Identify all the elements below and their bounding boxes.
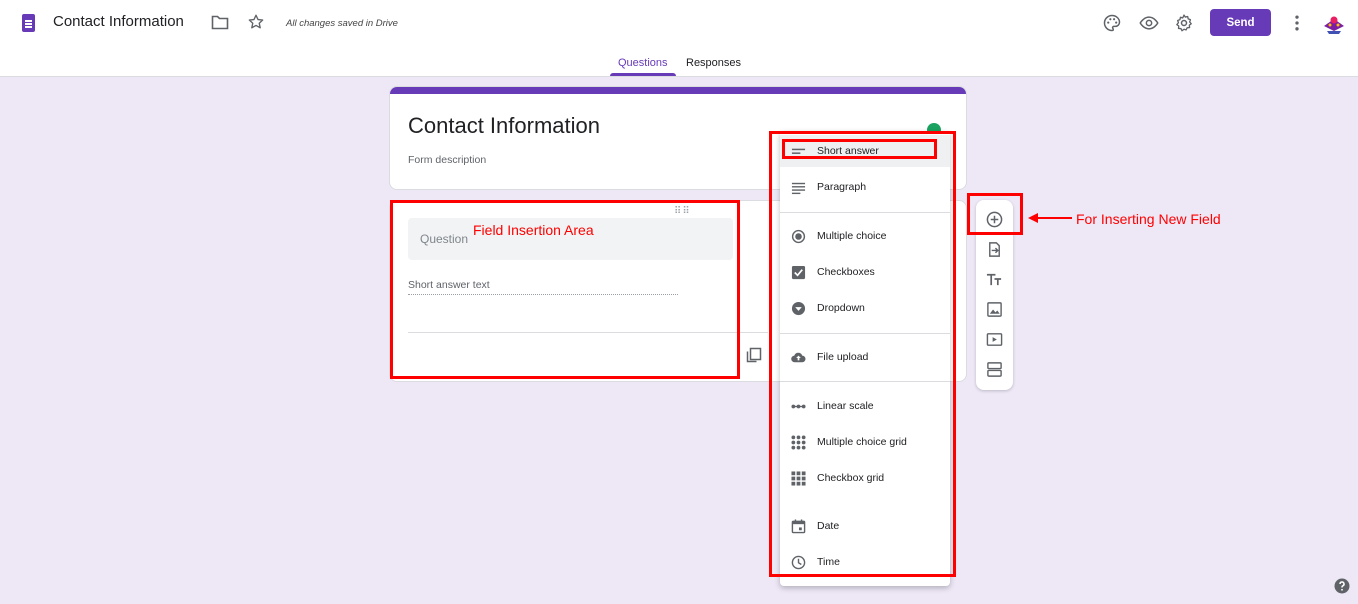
- duplicate-icon[interactable]: [746, 347, 762, 363]
- tab-responses[interactable]: Responses: [686, 57, 741, 69]
- palette-icon[interactable]: [1102, 13, 1122, 33]
- short-answer-highlight: [782, 139, 937, 159]
- form-description-field[interactable]: Form description: [408, 154, 486, 166]
- avatar[interactable]: [1321, 12, 1347, 38]
- title-text-icon[interactable]: [986, 271, 1003, 288]
- help-icon[interactable]: [1334, 578, 1350, 594]
- add-question-highlight: [967, 193, 1023, 235]
- import-questions-icon[interactable]: [986, 241, 1003, 258]
- send-button[interactable]: Send: [1210, 9, 1271, 36]
- image-icon[interactable]: [986, 301, 1003, 318]
- tab-questions[interactable]: Questions: [618, 57, 668, 69]
- folder-icon[interactable]: [211, 15, 229, 30]
- star-icon[interactable]: [247, 13, 265, 31]
- docs-form-icon[interactable]: [22, 14, 35, 32]
- more-vert-icon[interactable]: [1287, 13, 1307, 33]
- gear-icon[interactable]: [1174, 13, 1194, 33]
- video-icon[interactable]: [986, 331, 1003, 348]
- field-insertion-label: Field Insertion Area: [473, 222, 594, 238]
- section-icon[interactable]: [986, 361, 1003, 378]
- form-title[interactable]: Contact Information: [408, 113, 600, 139]
- arrow-icon: [1028, 213, 1072, 223]
- top-bar: Contact Information All changes saved in…: [0, 0, 1358, 77]
- active-tab-indicator: [610, 73, 676, 76]
- insert-field-label: For Inserting New Field: [1076, 211, 1221, 227]
- eye-icon[interactable]: [1139, 13, 1159, 33]
- save-status: All changes saved in Drive: [286, 18, 398, 29]
- document-title[interactable]: Contact Information: [53, 13, 184, 30]
- question-type-menu-highlight: [769, 131, 956, 577]
